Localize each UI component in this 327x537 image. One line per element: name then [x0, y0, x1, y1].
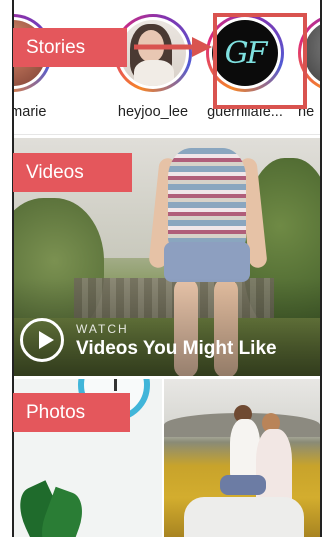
video-subject — [168, 148, 246, 248]
video-section-title[interactable]: Videos You Might Like — [76, 338, 277, 360]
stories-annotation-label: Stories — [13, 28, 127, 67]
play-icon[interactable] — [20, 318, 64, 362]
stories-row[interactable]: _.siamarie heyjoo_lee GF — [14, 0, 320, 135]
explore-screen: _.siamarie heyjoo_lee GF — [12, 0, 322, 537]
highlight-box — [213, 13, 307, 109]
story-username: heyjoo_lee — [117, 104, 189, 120]
arrow-right-icon — [134, 37, 212, 57]
story-username: _.siamarie — [14, 104, 47, 120]
photos-annotation-label: Photos — [13, 393, 130, 432]
photo-tile[interactable] — [164, 379, 320, 537]
watch-kicker: WATCH — [76, 322, 129, 336]
videos-annotation-label: Videos — [13, 153, 132, 192]
